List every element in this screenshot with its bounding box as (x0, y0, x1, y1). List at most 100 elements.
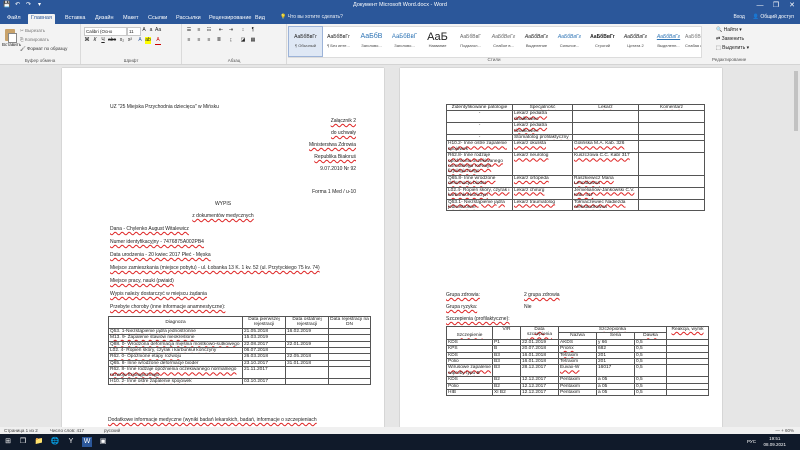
app-icon[interactable]: ▣ (98, 437, 108, 447)
date-number-line: 9.07.2010 Nr 92 (320, 166, 356, 172)
column-header: Szczepienie (446, 326, 493, 340)
annex-line: Załącznik 2 (330, 118, 356, 124)
tab-layout[interactable]: Макет (120, 14, 142, 24)
grow-font-icon[interactable]: A (141, 27, 147, 34)
word-taskbar-icon[interactable]: W (82, 437, 92, 447)
line-spacing-icon[interactable]: ↨ (228, 37, 234, 44)
style-name: Слабое в... (493, 43, 514, 48)
multilevel-list-icon[interactable]: ☷ (206, 27, 212, 34)
style-quote[interactable]: АаБбВвГг Цитата 2 (619, 27, 652, 56)
style-normal[interactable]: АаБбВвГг ¶ Обычный (288, 26, 323, 57)
style-title[interactable]: АаБ Название (421, 27, 454, 56)
tab-file[interactable]: Файл (4, 14, 24, 24)
replace-button[interactable]: ⇄ Заменить (716, 35, 749, 44)
table-cell: R62.8- Inne rodzaje opóźnienia oczekiwan… (446, 152, 513, 176)
document-area[interactable]: UZ "25 Miejska Przychodnia dziecięca" w … (0, 65, 800, 428)
minimize-button[interactable]: — (752, 0, 768, 12)
style-subtitle[interactable]: АаБбВвГ Подзагол... (454, 27, 487, 56)
style-subtle-reference[interactable]: АаБбВвГг Слабая сс... (685, 27, 701, 56)
tab-review[interactable]: Рецензирование (206, 14, 254, 24)
align-left-icon[interactable]: ≡ (186, 37, 192, 44)
page-1[interactable]: UZ "25 Miejska Przychodnia dziecięca" w … (62, 68, 384, 428)
share-button[interactable]: 👤 Общий доступ (753, 14, 794, 20)
yandex-icon[interactable]: Y (66, 437, 76, 447)
shrink-font-icon[interactable]: a (148, 27, 154, 34)
style-name: Цитата 2 (627, 43, 644, 48)
align-right-icon[interactable]: ≡ (206, 37, 212, 44)
table-row: H10. 2- Inne ostre zapalenie spojówek 03.… (108, 378, 371, 386)
window-controls: — ❐ ✕ (752, 0, 800, 12)
paste-button[interactable]: Вставить (2, 27, 21, 47)
close-button[interactable]: ✕ (784, 0, 800, 12)
style-intense-emphasis[interactable]: АаБбВвГг Сильное... (553, 27, 586, 56)
table-cell: a 05 (596, 389, 635, 397)
change-case-icon[interactable]: Aa (155, 27, 161, 34)
page-counter[interactable]: Страница 1 из 2 (4, 428, 38, 433)
page-2[interactable]: Zidentyfikowane patologie Specjalność Le… (400, 68, 722, 428)
style-intense-quote[interactable]: АаБбВвГг Выделенн... (652, 27, 685, 56)
italic-icon[interactable]: К (92, 37, 98, 44)
start-icon[interactable]: ⊞ (3, 437, 13, 447)
align-center-icon[interactable]: ≡ (196, 37, 202, 44)
taskbar: ⊞ ❒ 📁 🌐 Y W ▣ РУС 19:51 08.09.2021 (0, 434, 800, 450)
tab-design[interactable]: Дизайн (92, 14, 117, 24)
tab-insert[interactable]: Вставка (62, 14, 88, 24)
borders-icon[interactable]: ▦ (250, 37, 256, 44)
style-heading-2[interactable]: АаБбВвГ Заголово... (388, 27, 421, 56)
decrease-indent-icon[interactable]: ⇤ (218, 27, 224, 34)
style-preview: АаБбВвГг (685, 34, 701, 40)
bullets-icon[interactable]: ☰ (186, 27, 192, 34)
scrollbar-thumb[interactable] (794, 71, 798, 131)
explorer-icon[interactable]: 📁 (34, 437, 44, 447)
tab-mailings[interactable]: Рассылки (173, 14, 204, 24)
clock-date: 08.09.2021 (763, 442, 786, 447)
font-size-select[interactable]: 11 (127, 27, 141, 36)
style-strong[interactable]: АаБбВвГг Строгий (586, 27, 619, 56)
style-name: Заголово... (394, 43, 415, 48)
cut-button[interactable]: ✂ Вырезать (20, 28, 45, 34)
signin-link[interactable]: Вход (733, 14, 744, 20)
numbering-icon[interactable]: ≡ (196, 27, 202, 34)
find-button[interactable]: 🔍 Найти ▾ (716, 26, 749, 35)
style-heading-1[interactable]: АаБбВ Заголово... (355, 27, 388, 56)
format-painter-button[interactable]: 🖌 Формат по образцу (20, 46, 67, 52)
style-preview: АаБбВвГг (557, 34, 582, 40)
proofing-language[interactable]: русский (104, 428, 120, 433)
shading-icon[interactable]: ◪ (240, 37, 246, 44)
style-subtle-emphasis[interactable]: АаБбВеГг Слабое в... (487, 27, 520, 56)
text-effects-icon[interactable]: A (137, 37, 143, 44)
font-name-select[interactable]: Calibri (Осно (84, 27, 127, 36)
word-count[interactable]: Число слов: 417 (50, 428, 84, 433)
table-cell: L02.4- Ropień skóry, czyrak i karbunkuł … (446, 186, 513, 200)
tab-references[interactable]: Ссылки (145, 14, 170, 24)
select-button[interactable]: ⬚ Выделить ▾ (716, 44, 749, 53)
font-color-icon[interactable]: A (155, 37, 161, 45)
table-cell (328, 378, 371, 386)
tab-home[interactable]: Главная (28, 14, 55, 24)
tray-language[interactable]: РУС (747, 439, 756, 444)
task-view-icon[interactable]: ❒ (18, 437, 28, 447)
zoom-control[interactable]: — + 60% (775, 428, 794, 433)
justify-icon[interactable]: ≣ (216, 37, 222, 44)
show-marks-icon[interactable]: ¶ (250, 27, 256, 34)
increase-indent-icon[interactable]: ⇥ (228, 27, 234, 34)
bold-icon[interactable]: Ж (84, 37, 90, 44)
browser-icon[interactable]: 🌐 (50, 437, 60, 447)
tell-me-search[interactable]: 💡 Что вы хотите сделать? (280, 14, 343, 20)
clock[interactable]: 19:51 08.09.2021 (763, 436, 786, 448)
highlight-icon[interactable]: ab (145, 37, 151, 44)
style-name: Заголово... (361, 43, 382, 48)
table-cell (638, 186, 705, 200)
subscript-icon[interactable]: x₂ (119, 37, 125, 44)
sort-icon[interactable]: ↕ (240, 27, 246, 34)
tab-view[interactable]: Вид (252, 14, 268, 24)
style-emphasis[interactable]: АаБбВвГг Выделение (520, 27, 553, 56)
strikethrough-icon[interactable]: abc (108, 37, 116, 44)
copy-button[interactable]: ⎘ Копировать (20, 37, 49, 42)
superscript-icon[interactable]: x² (127, 37, 133, 44)
restore-button[interactable]: ❐ (768, 0, 784, 12)
table-cell (638, 140, 705, 154)
underline-icon[interactable]: Ч (100, 37, 106, 44)
vertical-scrollbar[interactable] (792, 65, 800, 427)
style-no-spacing[interactable]: АаБбВвГг ¶ Без инте... (322, 27, 355, 56)
